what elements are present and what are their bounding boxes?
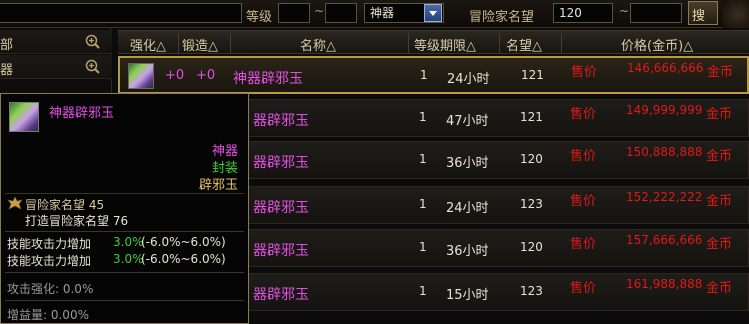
price-value: 152,222,222 (626, 190, 703, 204)
time-left: 47小时 (446, 114, 489, 129)
corner-ornament (722, 0, 749, 28)
sell-label: 售价 (570, 149, 597, 164)
reputation-value: 121 (520, 110, 543, 124)
sidebar-item-label: 器 (0, 63, 14, 78)
tooltip-divider (5, 272, 244, 273)
table-header: 强化△ 锻造△ 名称△ 等级期限△ 名望△ 价格(金币)△ (118, 30, 749, 54)
tooltip-item-type: 辟邪玉 (198, 178, 238, 193)
keyword-input[interactable] (0, 3, 242, 23)
item-tooltip: 神器辟邪玉 神器 封装 辟邪玉 冒险家名望 45 打造冒险家名望 76 技能攻击… (0, 93, 249, 324)
tooltip-skill-label: 技能攻击力增加 (7, 237, 92, 251)
col-level-limit-header[interactable]: 等级期限△ (414, 35, 476, 54)
price-value: 150,888,888 (626, 145, 703, 159)
time-left: 36小时 (446, 156, 489, 171)
tooltip-skill-range: (-6.0%~6.0%) (141, 235, 226, 249)
item-name: 器辟邪玉 (253, 200, 309, 216)
currency-unit: 金币 (706, 237, 733, 252)
reputation-label: 冒险家名望 (469, 10, 535, 25)
col-forge-header[interactable]: 锻造△ (182, 35, 218, 54)
currency-unit: 金币 (706, 107, 733, 122)
tooltip-skill-value: 3.0% (113, 252, 144, 266)
forge-value: +0 (196, 68, 216, 83)
level-value: 1 (419, 152, 427, 166)
enhance-value: +0 (165, 68, 185, 83)
level-label: 等级 (246, 10, 273, 25)
chevron-down-icon[interactable] (424, 4, 442, 22)
tooltip-skill-label: 技能攻击力增加 (7, 254, 92, 268)
column-divider (561, 33, 562, 53)
level-value: 1 (420, 68, 428, 82)
filter-bar: 等级 ~ 神器 冒险家名望 120 ~ 搜 (0, 0, 749, 28)
sidebar-item-0[interactable]: 部 (0, 30, 112, 54)
tooltip-reputation: 冒险家名望 45 (25, 198, 105, 212)
level-value: 1 (419, 284, 427, 298)
time-left: 36小时 (446, 244, 489, 259)
sell-label: 售价 (571, 65, 598, 80)
column-divider (408, 33, 409, 53)
col-price-header[interactable]: 价格(金币)△ (621, 35, 693, 54)
col-reputation-header[interactable]: 名望△ (506, 35, 542, 54)
sell-label: 售价 (570, 107, 597, 122)
currency-unit: 金币 (707, 65, 734, 80)
reputation-value: 123 (520, 197, 543, 211)
sidebar-item-label: 部 (0, 38, 14, 53)
reputation-range-tilde: ~ (619, 4, 630, 18)
reputation-min-input[interactable]: 120 (553, 3, 613, 23)
time-left: 24小时 (447, 72, 490, 87)
sell-label: 售价 (570, 194, 597, 209)
search-button[interactable]: 搜 (688, 1, 718, 25)
zoom-in-icon[interactable] (85, 34, 100, 49)
jade-item-icon (9, 102, 39, 132)
tooltip-forge-reputation: 打造冒险家名望 76 (25, 214, 129, 228)
level-max-input[interactable] (325, 3, 357, 23)
col-name-header[interactable]: 名称△ (300, 35, 336, 54)
rarity-select-value: 神器 (370, 6, 395, 20)
column-divider (178, 33, 179, 53)
sell-label: 售价 (570, 237, 597, 252)
level-value: 1 (419, 197, 427, 211)
col-enhance-header[interactable]: 强化△ (130, 35, 166, 54)
reputation-crest-icon (7, 196, 23, 210)
price-value: 146,666,666 (627, 61, 704, 75)
tooltip-divider (5, 193, 244, 194)
tooltip-skill-value: 3.0% (113, 235, 144, 249)
level-value: 1 (419, 240, 427, 254)
zoom-in-icon[interactable] (85, 59, 100, 74)
price-value: 149,999,999 (626, 103, 703, 117)
currency-unit: 金币 (706, 281, 733, 296)
tooltip-item-name: 神器辟邪玉 (49, 106, 115, 121)
tooltip-gain: 增益量: 0.00% (7, 308, 89, 322)
time-left: 15小时 (446, 288, 489, 303)
reputation-value: 121 (521, 68, 544, 82)
table-row[interactable]: +0 +0 神器辟邪玉 1 24小时 121 售价 146,666,666 金币 (118, 56, 749, 94)
reputation-value: 120 (520, 152, 543, 166)
sell-label: 售价 (570, 281, 597, 296)
item-name: 器辟邪玉 (253, 155, 309, 171)
tooltip-skill-range: (-6.0%~6.0%) (141, 252, 226, 266)
level-range-tilde: ~ (314, 4, 325, 18)
reputation-max-input[interactable] (630, 3, 682, 23)
tooltip-divider (5, 231, 244, 232)
jade-item-icon (128, 63, 154, 89)
tooltip-divider (5, 300, 244, 301)
currency-unit: 金币 (706, 149, 733, 164)
price-value: 157,666,666 (626, 233, 703, 247)
tooltip-attack-enhance: 攻击强化: 0.0% (7, 282, 94, 296)
item-name: 器辟邪玉 (253, 287, 309, 303)
reputation-value: 123 (520, 284, 543, 298)
item-name: 器辟邪玉 (253, 243, 309, 259)
price-value: 161,988,888 (626, 277, 703, 291)
time-left: 24小时 (446, 201, 489, 216)
column-divider (499, 33, 500, 53)
item-name: 神器辟邪玉 (233, 71, 303, 87)
reputation-value: 120 (520, 240, 543, 254)
level-min-input[interactable] (278, 3, 310, 23)
sidebar-item-1[interactable]: 器 (0, 55, 112, 79)
item-name: 器辟邪玉 (253, 113, 309, 129)
column-divider (230, 33, 231, 53)
currency-unit: 金币 (706, 194, 733, 209)
level-value: 1 (419, 110, 427, 124)
